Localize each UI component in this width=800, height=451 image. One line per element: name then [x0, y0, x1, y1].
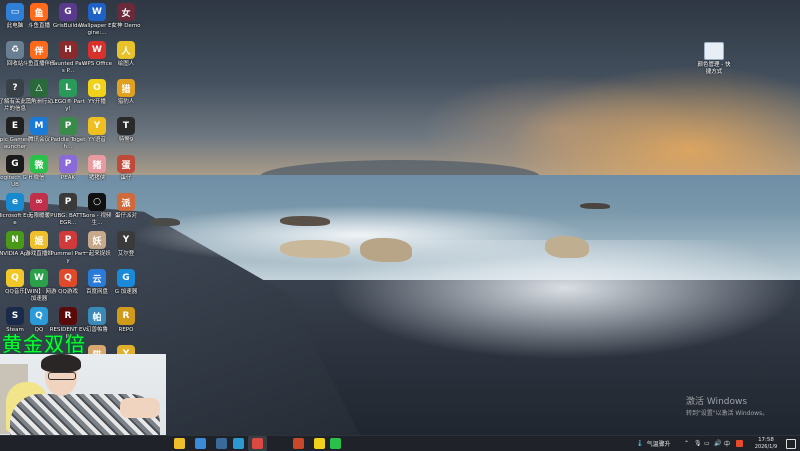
wallpaper-rock: [545, 236, 589, 258]
desktop-icon-label: 特警9: [118, 137, 134, 143]
notification-icon[interactable]: [786, 439, 796, 449]
app-icon: △: [30, 79, 48, 97]
desktop-icon-label: 绘图人: [117, 61, 135, 67]
app-icon: ∞: [30, 193, 48, 211]
taskbar: 🌡 气温骤升 ⌃ 🎙 ▭ 🔊 中 17:58 2026/1/9: [0, 435, 800, 451]
weather-icon: 🌡: [636, 440, 644, 447]
app-icon: 帕: [88, 307, 106, 325]
app-icon: P: [59, 117, 77, 135]
app-icon: 姬: [30, 231, 48, 249]
color-management-icon: [704, 42, 724, 60]
app-icon: 妖: [88, 231, 106, 249]
tray-app-icon: [736, 440, 743, 447]
tray-chevron[interactable]: ⌃: [684, 436, 689, 451]
app-icon: 伴: [30, 41, 48, 59]
app-icon: M: [30, 117, 48, 135]
activate-windows-title: 激活 Windows: [686, 397, 748, 407]
microphone-tray[interactable]: 🎙: [694, 436, 702, 451]
desktop-icon-label: G 加速器: [114, 289, 138, 295]
desktop-icon-label: 蛋仔: [120, 175, 132, 181]
desktop-icon[interactable]: R REPO: [107, 307, 145, 334]
network-icon: ▭: [704, 440, 710, 447]
desktop-icon[interactable]: 蛋蛋仔: [107, 155, 145, 182]
taskbar-clock[interactable]: 17:58 2026/1/9: [752, 437, 780, 450]
desktop-icon[interactable]: 人绘图人: [107, 41, 145, 68]
app-icon: R: [117, 307, 135, 325]
app-icon: R: [59, 307, 77, 325]
app-icon: Y: [117, 231, 135, 249]
app-icon: Y: [88, 117, 106, 135]
app-icon: 人: [117, 41, 135, 59]
desktop-icon-label: 蛋仔派对: [114, 213, 137, 219]
wallpaper-rock: [580, 203, 610, 209]
app-icon: 猎: [117, 79, 135, 97]
app-icon: W: [88, 3, 106, 21]
edge-icon[interactable]: [233, 438, 244, 449]
desktop-icon-label: REPO: [118, 327, 134, 333]
desktop-icon[interactable]: G G 加速器: [107, 269, 145, 296]
app-icon: G: [59, 3, 77, 21]
clock-date: 2026/1/9: [754, 443, 778, 450]
app-icon: 派: [117, 193, 135, 211]
desktop-icon[interactable]: Y 艾尔登: [107, 231, 145, 258]
webcam-overlay: [0, 354, 166, 435]
app-icon: G: [117, 269, 135, 287]
powerpoint-icon[interactable]: [293, 438, 304, 449]
app-icon: 云: [88, 269, 106, 287]
wallpaper-rock: [280, 240, 350, 258]
wps-icon[interactable]: [248, 436, 267, 451]
weather-widget[interactable]: 🌡 气温骤升: [636, 436, 671, 451]
app-tray[interactable]: [736, 436, 743, 451]
wallpaper-rock: [150, 218, 180, 226]
desktop-icon[interactable]: 派蛋仔派对: [107, 193, 145, 220]
app-icon: 蛋: [117, 155, 135, 173]
app-icon: P: [59, 155, 77, 173]
steam-icon[interactable]: [216, 438, 227, 449]
volume-icon: 🔊: [714, 440, 722, 447]
activate-windows-subtitle: 转到"设置"以激活 Windows。: [686, 410, 769, 417]
app-icon: O: [88, 79, 106, 97]
color-management-shortcut[interactable]: 颜色管理 - 快捷方式: [697, 42, 731, 75]
app-icon: ○: [88, 193, 106, 211]
task-view-icon[interactable]: [195, 438, 206, 449]
webcam-person-glasses: [48, 372, 76, 380]
desktop-icon[interactable]: 女女神 Demo: [107, 3, 145, 30]
overlay-text: 黄金双倍: [2, 332, 86, 356]
wallpaper-rock: [280, 216, 330, 226]
active-app-highlight: [248, 436, 267, 451]
app-icon: W: [88, 41, 106, 59]
app-icon: W: [30, 269, 48, 287]
desktop-icon-label: 艾尔登: [117, 251, 135, 257]
app-icon: 女: [117, 3, 135, 21]
network-tray[interactable]: ▭: [704, 436, 710, 451]
wallpaper-rock: [360, 238, 412, 262]
chevron-up-icon: ⌃: [684, 440, 690, 447]
file-explorer-icon[interactable]: [174, 438, 185, 449]
app-icon: 鱼: [30, 3, 48, 21]
app-icon: Q: [59, 269, 77, 287]
microphone-icon: 🎙: [694, 440, 702, 447]
app-icon: P: [59, 231, 77, 249]
app-icon: 微: [30, 155, 48, 173]
desktop-icon-label: 女神 Demo: [111, 23, 141, 29]
desktop-icon-label: 猎豹人: [117, 99, 135, 105]
webcam-person-arm: [120, 398, 160, 418]
desktop-icon[interactable]: 猎猎豹人: [107, 79, 145, 106]
app-icon: L: [59, 79, 77, 97]
activate-windows-watermark: 激活 Windows 转到"设置"以激活 Windows。: [686, 394, 768, 417]
ime-label: 中: [724, 441, 731, 448]
app-icon: P: [59, 193, 77, 211]
app-icon: T: [117, 117, 135, 135]
app-icon: Q: [30, 307, 48, 325]
desktop-icon[interactable]: T 特警9: [107, 117, 145, 144]
app-icon: 猪: [88, 155, 106, 173]
shortcut-label: 颜色管理 - 快捷方式: [697, 62, 731, 75]
app-icon: H: [59, 41, 77, 59]
weather-label: 气温骤升: [646, 441, 671, 448]
webcam-person-hair: [41, 354, 81, 372]
wechat-icon[interactable]: [330, 438, 341, 449]
volume-tray[interactable]: 🔊: [714, 436, 721, 451]
yy-icon[interactable]: [314, 438, 325, 449]
ime-indicator[interactable]: 中: [724, 436, 730, 451]
